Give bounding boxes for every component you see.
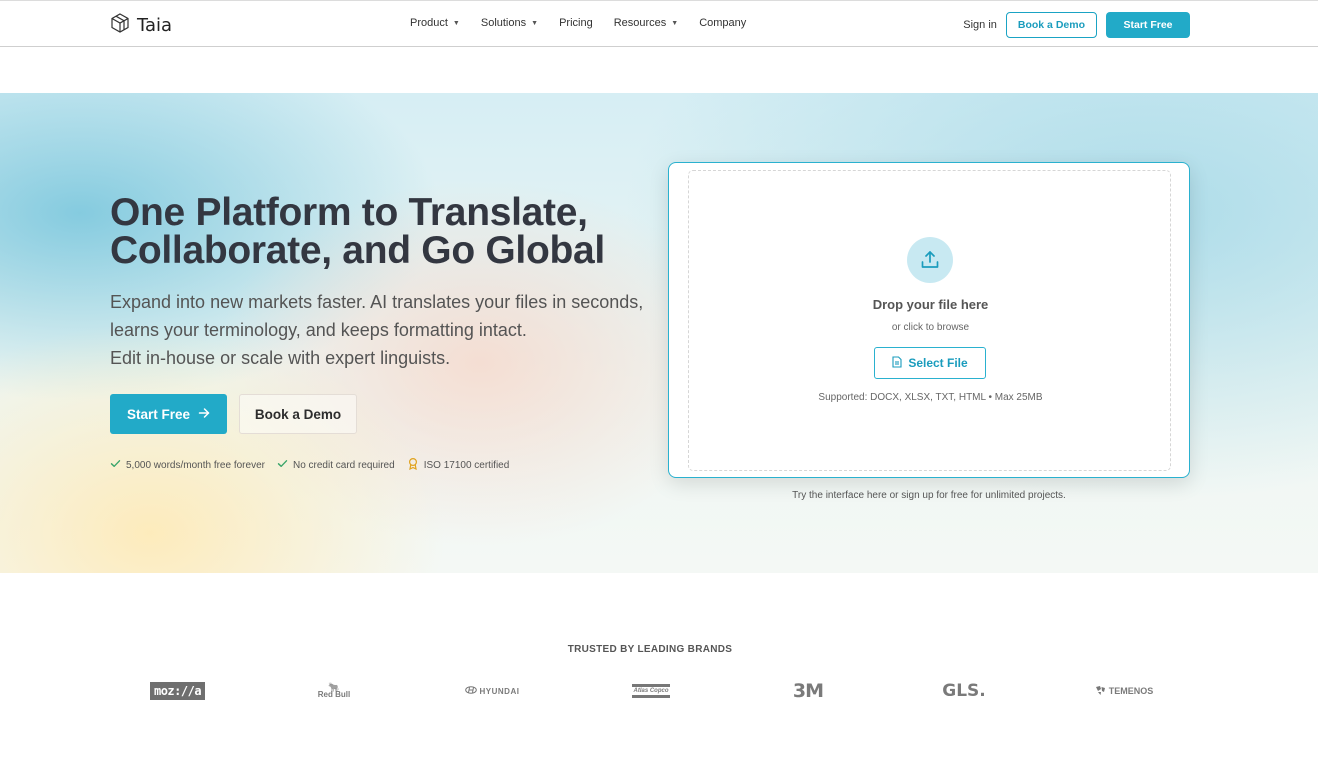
hero-subtitle-line: learns your terminology, and keeps forma… <box>110 320 527 340</box>
nav-company[interactable]: Company <box>699 17 746 29</box>
feature-label: 5,000 words/month free forever <box>126 459 265 471</box>
hero-subtitle-line: Edit in-house or scale with expert lingu… <box>110 348 451 368</box>
supported-formats: Supported: DOCX, XLSX, TXT, HTML • Max 2… <box>818 392 1043 403</box>
drop-title: Drop your file here <box>872 297 989 312</box>
sign-in-link[interactable]: Sign in <box>963 19 997 31</box>
hero-subtitle-line: Expand into new markets faster. AI trans… <box>110 292 644 312</box>
caret-down-icon: ▼ <box>671 19 679 27</box>
hyundai-logo: HYUNDAI <box>464 676 520 706</box>
trusted-heading: TRUSTED BY LEADING BRANDS <box>567 644 733 655</box>
arrow-right-icon <box>198 407 210 422</box>
3m-logo: 3M <box>792 680 824 702</box>
hero-start-free-button[interactable]: Start Free <box>110 394 227 434</box>
hyundai-logo-text: HYUNDAI <box>479 686 520 696</box>
start-free-button[interactable]: Start Free <box>1106 12 1190 38</box>
atlas-logo-text: Atlas Copco <box>633 688 669 694</box>
caret-down-icon: ▼ <box>531 19 539 27</box>
bull-icon: 🐂 <box>328 682 340 692</box>
drop-subtitle: or click to browse <box>891 322 970 333</box>
select-file-label: Select File <box>908 356 968 370</box>
caret-down-icon: ▼ <box>452 19 460 27</box>
atlas-bar <box>632 695 670 698</box>
hero-book-demo-button[interactable]: Book a Demo <box>239 394 357 434</box>
nav-product[interactable]: Product ▼ <box>410 17 460 29</box>
upload-icon <box>907 237 953 283</box>
mozilla-logo: moz://a <box>149 676 206 706</box>
atlas-copco-logo: Atlas Copco <box>631 676 671 706</box>
nav-product-label: Product <box>410 17 448 29</box>
feature-item: 5,000 words/month free forever <box>110 457 265 473</box>
temenos-logo: TEMENOS <box>1094 676 1154 706</box>
hero-start-free-label: Start Free <box>126 406 191 422</box>
redbull-logo-text: Red Bull <box>317 690 351 699</box>
hero-section: One Platform to Translate, Collaborate, … <box>0 93 1318 573</box>
book-demo-button[interactable]: Book a Demo <box>1005 12 1097 38</box>
feature-list: 5,000 words/month free forever No credit… <box>110 457 509 473</box>
hero-title: One Platform to Translate, Collaborate, … <box>110 191 630 272</box>
hero-subtitle: Expand into new markets faster. AI trans… <box>110 288 644 372</box>
logo-text: Taia <box>137 15 173 36</box>
cube-logo-icon <box>109 12 131 39</box>
check-icon <box>110 458 121 472</box>
feature-label: No credit card required <box>292 459 395 471</box>
hero-title-line: Collaborate, and Go Global <box>110 229 605 272</box>
select-file-button[interactable]: Select File <box>874 347 986 379</box>
nav-company-label: Company <box>699 17 747 29</box>
nav-pricing[interactable]: Pricing <box>559 17 593 29</box>
upload-card: Drop your file here or click to browse S… <box>668 162 1190 478</box>
file-dropzone[interactable]: Drop your file here or click to browse S… <box>688 170 1171 471</box>
nav-solutions-label: Solutions <box>480 17 527 29</box>
gls-logo: GLS. <box>942 681 986 701</box>
nav-actions: Sign in Book a Demo Start Free <box>963 12 1190 38</box>
award-icon <box>407 457 419 473</box>
temenos-globe-icon <box>1095 685 1106 698</box>
brand-logos: moz://a 🐂 Red Bull HYUNDAI Atlas Copco 3… <box>0 676 1318 706</box>
feature-label: ISO 17100 certified <box>423 459 510 471</box>
temenos-logo-text: TEMENOS <box>1108 686 1154 696</box>
redbull-logo: 🐂 Red Bull <box>316 676 352 706</box>
nav-solutions[interactable]: Solutions ▼ <box>481 17 538 29</box>
nav-links: Product ▼ Solutions ▼ Pricing Resources … <box>410 17 746 29</box>
upload-note: Try the interface here or sign up for fr… <box>792 490 1066 501</box>
feature-item: ISO 17100 certified <box>407 457 510 473</box>
logo[interactable]: Taia <box>109 12 172 39</box>
atlas-bar <box>632 684 670 687</box>
nav-resources[interactable]: Resources ▼ <box>614 17 679 29</box>
nav-pricing-label: Pricing <box>559 17 593 29</box>
hyundai-emblem-icon <box>464 686 477 696</box>
feature-item: No credit card required <box>277 457 395 473</box>
top-navigation: Taia Product ▼ Solutions ▼ Pricing Resou… <box>0 0 1318 47</box>
nav-resources-label: Resources <box>613 17 667 29</box>
hero-title-line: One Platform to Translate, <box>110 191 588 234</box>
mozilla-logo-text: moz://a <box>149 682 206 700</box>
file-icon <box>892 355 902 371</box>
check-icon <box>277 458 288 472</box>
